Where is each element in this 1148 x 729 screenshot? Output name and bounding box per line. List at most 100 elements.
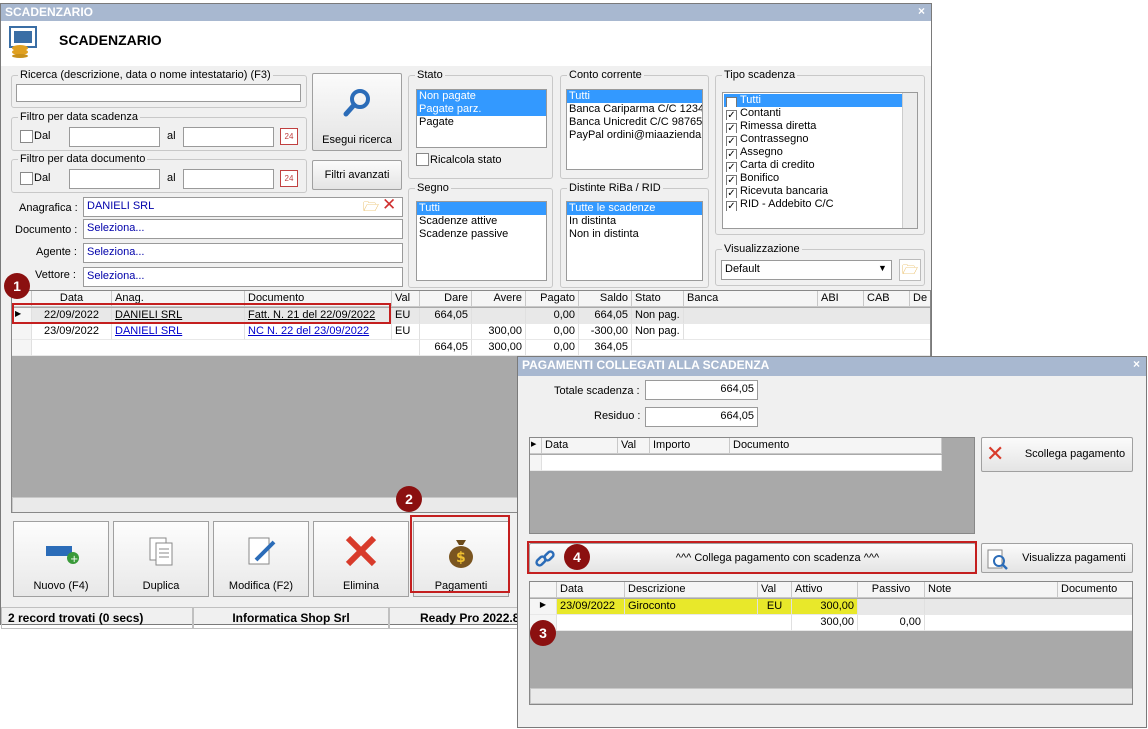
list-item[interactable]: Non in distinta [567,228,702,241]
grid-header[interactable]: Val [392,291,420,307]
filter-due-from-input[interactable] [69,127,160,147]
table-cell[interactable]: 23/09/2022 [557,599,625,615]
payments-grid[interactable]: Data Descrizione Val Attivo Passivo Note… [529,581,1133,705]
check-icon[interactable]: ✓ [726,162,737,172]
table-cell[interactable] [420,324,472,340]
check-icon[interactable]: ✓ [726,136,737,146]
table-cell[interactable]: 23/09/2022 [32,324,112,340]
table-cell[interactable]: EU [758,599,792,615]
list-item[interactable]: Banca Unicredit C/C 98765 [567,116,702,129]
table-cell[interactable] [925,599,1132,615]
list-item[interactable]: Pagate parz. [417,103,546,116]
recalc-checkbox[interactable] [416,153,429,166]
grid-header[interactable]: Data [542,438,618,454]
list-item[interactable]: Scadenze passive [417,228,546,241]
segno-list[interactable]: Tutti Scadenze attive Scadenze passive [416,201,547,281]
table-cell[interactable]: 664,05 [579,308,632,324]
list-item[interactable]: In distinta [567,215,702,228]
list-item[interactable]: ✓ RID - Addebito C/C [724,198,916,211]
table-cell[interactable] [472,308,526,324]
list-item[interactable]: Non pagate [417,90,546,103]
list-item[interactable]: Scadenze attive [417,215,546,228]
list-item[interactable]: ✓ Contrassegno [724,133,916,146]
list-item[interactable]: ✓ Rimessa diretta [724,120,916,133]
list-item[interactable]: Tutti [417,202,546,215]
search-button[interactable]: Esegui ricerca [312,73,402,151]
check-icon[interactable]: ✓ [726,97,737,107]
table-cell[interactable] [684,308,930,324]
stato-list[interactable]: Non pagate Pagate parz. Pagate [416,89,547,148]
table-cell[interactable]: 0,00 [526,324,579,340]
check-icon[interactable]: ✓ [726,175,737,185]
grid-header[interactable]: Val [618,438,650,454]
close-icon[interactable]: × [1133,358,1140,371]
check-icon[interactable]: ✓ [726,149,737,159]
list-item[interactable]: ✓ Bonifico [724,172,916,185]
table-cell[interactable]: -300,00 [579,324,632,340]
table-cell[interactable]: Non pag. [632,324,684,340]
grid-header[interactable]: Avere [472,291,526,307]
list-item[interactable]: ✓ Contanti [724,107,916,120]
delete-button[interactable]: Elimina [313,521,409,597]
anagrafica-field[interactable]: DANIELI SRL [83,197,403,217]
grid-header[interactable]: Documento [1058,582,1132,598]
distinte-list[interactable]: Tutte le scadenze In distinta Non in dis… [566,201,703,281]
list-item[interactable]: PayPal ordini@miaazienda.c [567,129,702,142]
check-icon[interactable]: ✓ [726,201,737,211]
table-cell[interactable]: DANIELI SRL [112,324,245,340]
table-cell[interactable]: Giroconto [625,599,758,615]
edit-button[interactable]: Modifica (F2) [213,521,309,597]
check-icon[interactable]: ✓ [726,110,737,120]
filter-doc-checkbox[interactable] [20,172,33,185]
table-cell[interactable]: EU [392,324,420,340]
list-item[interactable]: Tutti [567,90,702,103]
filter-due-checkbox[interactable] [20,130,33,143]
grid-header[interactable]: Pagato [526,291,579,307]
new-button[interactable]: + Nuovo (F4) [13,521,109,597]
folder-icon[interactable]: 🗁 [899,259,921,281]
vettore-field[interactable]: Seleziona... [83,267,403,287]
tipo-scrollbar[interactable] [902,93,917,228]
list-item[interactable]: Banca Cariparma C/C 12345 [567,103,702,116]
calendar-icon[interactable]: 24 [280,170,298,187]
grid-header[interactable]: Dare [420,291,472,307]
grid-header[interactable]: Documento [730,438,942,454]
tipo-list[interactable]: ✓ Tutti ✓ Contanti ✓ Rimessa diretta ✓ Contr… [722,92,918,229]
row-pointer-icon[interactable]: ▶ [530,599,557,615]
check-icon[interactable]: ✓ [726,188,737,198]
filter-due-to-input[interactable] [183,127,274,147]
list-item[interactable]: ✓ Ricevuta bancaria [724,185,916,198]
grid-header[interactable]: Note [925,582,1058,598]
grid-header[interactable]: Stato [632,291,684,307]
table-cell[interactable]: 0,00 [526,308,579,324]
list-item[interactable]: Tutte le scadenze [567,202,702,215]
clear-icon[interactable]: ✕ [382,195,396,215]
agente-field[interactable]: Seleziona... [83,243,403,263]
payments-hscrollbar[interactable] [530,688,1132,704]
advanced-filters-button[interactable]: Filtri avanzati [312,160,402,190]
grid-header[interactable]: Val [758,582,792,598]
grid-header[interactable]: ABI [818,291,864,307]
check-icon[interactable]: ✓ [726,123,737,133]
table-cell[interactable]: Non pag. [632,308,684,324]
grid-header[interactable]: Banca [684,291,818,307]
grid-header[interactable]: Saldo [579,291,632,307]
list-item[interactable]: Pagate [417,116,546,129]
grid-header[interactable]: Attivo [792,582,858,598]
table-cell[interactable] [684,324,930,340]
grid-header[interactable]: De [910,291,930,307]
duplicate-button[interactable]: Duplica [113,521,209,597]
filter-doc-to-input[interactable] [183,169,274,189]
grid-header[interactable]: Passivo [858,582,925,598]
filter-doc-from-input[interactable] [69,169,160,189]
list-item[interactable]: ✓ Assegno [724,146,916,159]
grid-header[interactable]: Descrizione [625,582,758,598]
table-cell[interactable]: NC N. 22 del 23/09/2022 [245,324,392,340]
conto-list[interactable]: Tutti Banca Cariparma C/C 12345 Banca Un… [566,89,703,170]
chevron-down-icon[interactable]: ▼ [878,263,887,273]
table-cell[interactable]: 300,00 [792,599,858,615]
list-item[interactable]: ✓ Carta di credito [724,159,916,172]
table-cell[interactable] [858,599,925,615]
table-cell[interactable]: 300,00 [472,324,526,340]
row-header[interactable] [12,324,32,340]
